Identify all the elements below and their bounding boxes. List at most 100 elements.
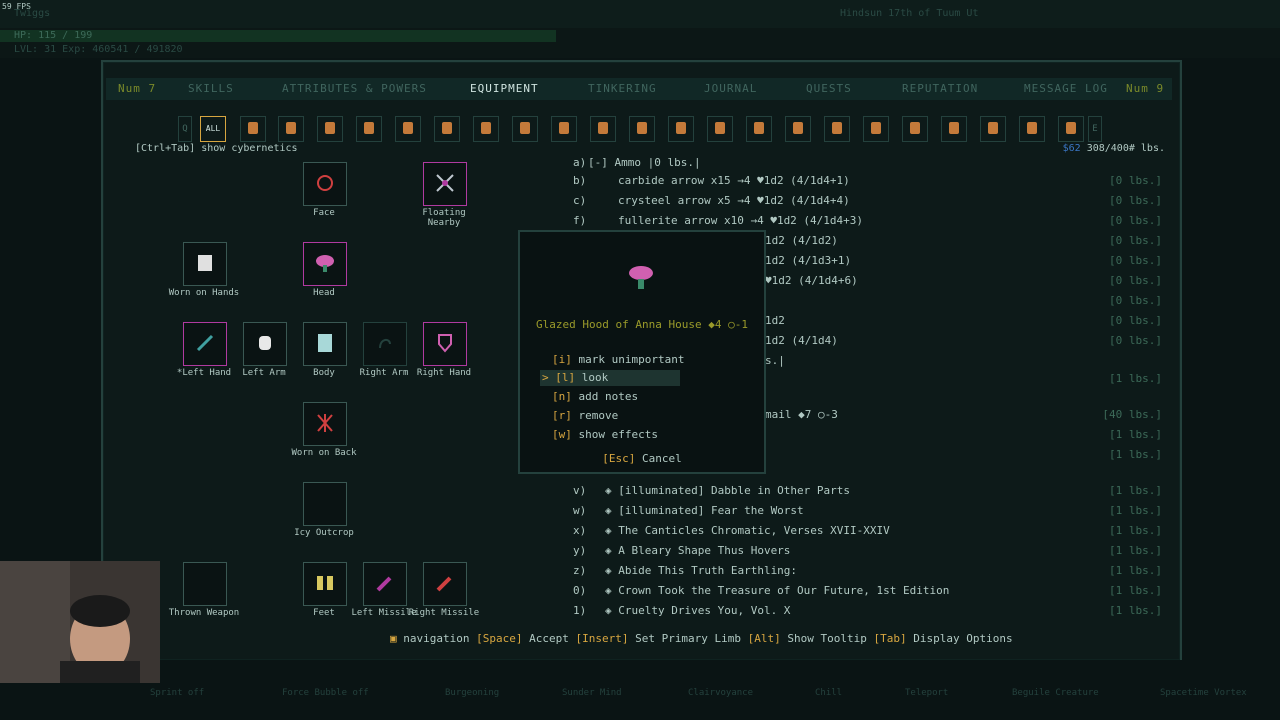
list-item[interactable]: 1) ◈ Cruelty Drives You, Vol. X [1 lbs.] — [560, 601, 1170, 621]
date-text: Hindsun 17th of Tuum Ut — [840, 8, 979, 19]
filter-icon[interactable] — [629, 116, 655, 142]
boots-icon — [317, 576, 333, 590]
tab-next-key[interactable]: Num 9 — [1126, 78, 1164, 100]
filter-icon[interactable] — [746, 116, 772, 142]
filter-icon[interactable] — [434, 116, 460, 142]
filter-icon[interactable] — [240, 116, 266, 142]
list-item[interactable]: z) ◈ Abide This Truth Earthling: [1 lbs.] — [560, 561, 1170, 581]
ability-sprint[interactable]: Sprint off — [150, 688, 204, 698]
tab-quests[interactable]: QUESTS — [806, 78, 852, 100]
player-name: Twiggs — [14, 8, 51, 19]
slot-feet[interactable] — [303, 562, 347, 606]
ability-force-bubble[interactable]: Force Bubble off — [282, 688, 369, 698]
slot-back[interactable] — [303, 402, 347, 446]
menu-look[interactable]: > [l] look — [542, 370, 608, 386]
item-action-popup: Glazed Hood of Anna House ◆4 ○-1 [i] mar… — [518, 230, 766, 474]
tab-attributes[interactable]: ATTRIBUTES & POWERS — [282, 78, 427, 100]
filter-icon[interactable] — [863, 116, 889, 142]
filter-icon[interactable] — [551, 116, 577, 142]
filter-icon[interactable] — [668, 116, 694, 142]
filter-icon[interactable] — [824, 116, 850, 142]
slot-right-missile[interactable] — [423, 562, 467, 606]
filter-icon[interactable] — [317, 116, 343, 142]
slot-icy-outcrop[interactable] — [303, 482, 347, 526]
filter-all[interactable]: ALL — [200, 116, 226, 142]
list-item[interactable]: f) fullerite arrow x10 →4 ♥1d2 (4/1d4+3)[… — [560, 211, 1170, 231]
ability-clairvoyance[interactable]: Clairvoyance — [688, 688, 753, 698]
filter-icon[interactable] — [395, 116, 421, 142]
slot-left-missile[interactable] — [363, 562, 407, 606]
menu-remove[interactable]: [r] remove — [552, 408, 618, 424]
slot-floating-nearby[interactable] — [423, 162, 467, 206]
tab-message-log[interactable]: MESSAGE LOG — [1024, 78, 1108, 100]
list-item[interactable]: w) ◈ [illuminated] Fear the Worst [1 lbs.] — [560, 501, 1170, 521]
filter-row: Q ALL E — [110, 116, 1170, 144]
webcam-overlay — [0, 561, 160, 683]
slot-right-hand[interactable] — [423, 322, 467, 366]
filter-icon[interactable] — [785, 116, 811, 142]
ability-beguile[interactable]: Beguile Creature — [1012, 688, 1099, 698]
filter-icon[interactable] — [356, 116, 382, 142]
cloak-icon — [317, 414, 333, 432]
tab-reputation[interactable]: REPUTATION — [902, 78, 978, 100]
ability-burgeoning[interactable]: Burgeoning — [445, 688, 499, 698]
bracer-icon — [259, 336, 271, 350]
controls-bar: ▣ navigation [Space] Accept [Insert] Set… — [390, 632, 1013, 645]
filter-icon[interactable] — [278, 116, 304, 142]
slot-label: Floating Nearby — [422, 208, 466, 228]
slot-label: Right Hand — [416, 368, 472, 378]
list-item[interactable]: y) ◈ A Bleary Shape Thus Hovers [1 lbs.] — [560, 541, 1170, 561]
filter-e-key[interactable]: E — [1088, 116, 1102, 142]
filter-icon[interactable] — [707, 116, 733, 142]
list-item[interactable]: 0) ◈ Crown Took the Treasure of Our Futur… — [560, 581, 1170, 601]
hood-icon — [629, 266, 653, 289]
filter-icon[interactable] — [1019, 116, 1045, 142]
cybernetics-hint[interactable]: [Ctrl+Tab] show cybernetics — [135, 143, 298, 154]
cancel-button[interactable]: [Esc] Cancel — [520, 452, 764, 465]
list-item[interactable]: b) carbide arrow x15 →4 ♥1d2 (4/1d4+1) [0 … — [560, 171, 1170, 191]
tab-equipment[interactable]: EQUIPMENT — [470, 78, 539, 100]
slot-left-hand[interactable] — [183, 322, 227, 366]
slot-label: Face — [313, 208, 335, 218]
filter-q-key[interactable]: Q — [178, 116, 192, 142]
nav-icon: ▣ — [390, 632, 397, 645]
ability-chill[interactable]: Chill — [815, 688, 842, 698]
tab-skills[interactable]: SKILLS — [188, 78, 234, 100]
armor-icon — [318, 334, 332, 352]
slot-left-arm[interactable] — [243, 322, 287, 366]
tab-bar: Num 7 SKILLS ATTRIBUTES & POWERS EQUIPME… — [106, 78, 1172, 100]
slot-right-arm[interactable] — [363, 322, 407, 366]
ability-spacetime-vortex[interactable]: Spacetime Vortex — [1160, 688, 1247, 698]
menu-show-effects[interactable]: [w] show effects — [552, 427, 658, 443]
slot-head[interactable] — [303, 242, 347, 286]
slot-face[interactable] — [303, 162, 347, 206]
list-item[interactable]: v) ◈ [illuminated] Dabble in Other Parts[… — [560, 481, 1170, 501]
slot-hands[interactable] — [183, 242, 227, 286]
filter-icon[interactable] — [512, 116, 538, 142]
shield-icon — [438, 334, 452, 353]
tab-journal[interactable]: JOURNAL — [704, 78, 757, 100]
level-text: LVL: 31 Exp: 460541 / 491820 — [14, 44, 183, 55]
slot-body[interactable] — [303, 322, 347, 366]
ability-teleport[interactable]: Teleport — [905, 688, 948, 698]
slot-label: Icy Outcrop — [294, 528, 354, 538]
list-item[interactable]: x) ◈ The Canticles Chromatic, Verses XVII… — [560, 521, 1170, 541]
slot-label: Right Missile — [408, 608, 480, 618]
filter-icon[interactable] — [1058, 116, 1084, 142]
menu-mark-unimportant[interactable]: [i] mark unimportant — [552, 352, 684, 368]
filter-icon[interactable] — [941, 116, 967, 142]
tab-tinkering[interactable]: TINKERING — [588, 78, 657, 100]
ability-sunder-mind[interactable]: Sunder Mind — [562, 688, 622, 698]
filter-icon[interactable] — [590, 116, 616, 142]
hp-text: HP: 115 / 199 — [14, 30, 93, 41]
list-item[interactable]: a) [-] Ammo |0 lbs.| — [560, 153, 1170, 173]
slot-label: Thrown Weapon — [168, 608, 240, 618]
tab-prev-key[interactable]: Num 7 — [118, 78, 156, 100]
filter-icon[interactable] — [473, 116, 499, 142]
slot-label: Worn on Back — [291, 448, 357, 458]
menu-add-notes[interactable]: [n] add notes — [552, 389, 638, 405]
list-item[interactable]: c) crysteel arrow x5 →4 ♥1d2 (4/1d4+4) [0 … — [560, 191, 1170, 211]
slot-thrown[interactable] — [183, 562, 227, 606]
filter-icon[interactable] — [902, 116, 928, 142]
filter-icon[interactable] — [980, 116, 1006, 142]
